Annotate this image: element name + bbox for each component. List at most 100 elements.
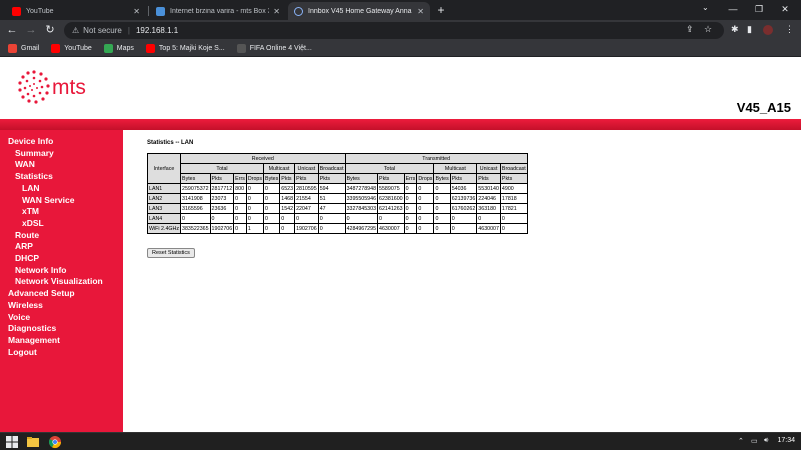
profile-avatar[interactable] xyxy=(763,25,773,35)
interface-name-cell: LAN2 xyxy=(146,193,182,204)
table-row: LAN3 3165596 23636 0 0 0 1542 22047 47 3327845303… xyxy=(146,203,528,214)
stat-cell: 0 xyxy=(263,223,281,234)
browser-toolbar: ← → ↻ ⚠ Not secure | 192.168.1.1 ⇪ ☆ ✱ ▮… xyxy=(0,20,801,41)
sidebar-item-dhcp[interactable]: DHCP xyxy=(15,253,39,263)
stat-cell: 0 xyxy=(245,203,265,214)
browser-tab-bar: YouTube ✕ Internet brzina varira - mts B… xyxy=(0,0,801,20)
stat-cell: 6523 xyxy=(279,183,296,194)
sidebar-item-wan[interactable]: WAN xyxy=(15,159,35,169)
sidebar-item-lan[interactable]: LAN xyxy=(22,183,39,193)
column-header: Pkts xyxy=(279,173,296,184)
share-icon[interactable]: ⇪ xyxy=(686,24,694,35)
stat-cell: 800 xyxy=(233,183,247,194)
stat-cell: 47 xyxy=(317,203,346,214)
volume-icon[interactable]: 🔊︎ xyxy=(764,437,768,445)
youtube-icon xyxy=(51,44,61,53)
chrome-icon[interactable] xyxy=(48,435,62,449)
tray-expand-icon[interactable]: ⌃ xyxy=(738,437,744,445)
bookmarks-bar: Gmail YouTube Maps Top 5: Majki Koje S..… xyxy=(0,41,801,57)
table-row: WiFi 2.4GHz 383522365 1902706 0 1 0 0 1902706 0 4… xyxy=(146,223,528,234)
sidebar-item-arp[interactable]: ARP xyxy=(15,241,33,251)
stat-cell: 0 xyxy=(449,213,478,224)
sidebar-item-management[interactable]: Management xyxy=(8,335,60,345)
sidebar-item-wireless[interactable]: Wireless xyxy=(8,300,43,310)
windows-start-icon[interactable] xyxy=(5,435,19,449)
tab-mts-forum[interactable]: Internet brzina varira - mts Box 3 ✕ xyxy=(150,2,286,20)
stat-cell: 3487278948 xyxy=(344,183,379,194)
sidebar-item-wan-service[interactable]: WAN Service xyxy=(22,195,74,205)
stat-cell: 0 xyxy=(499,223,528,234)
sidebar-item-network-visualization[interactable]: Network Visualization xyxy=(15,276,103,286)
rx-multicast-header: Multicast xyxy=(263,163,296,174)
sidebar-item-voice[interactable]: Voice xyxy=(8,312,30,322)
menu-kebab-icon[interactable]: ⋮ xyxy=(785,24,794,35)
tab-innbox[interactable]: Innbox V45 Home Gateway Anna ✕ xyxy=(288,2,430,20)
maximize-button[interactable]: ❐ xyxy=(748,2,770,16)
table-row: LAN2 3141908 23073 0 0 0 1468 21554 51 3395505946… xyxy=(146,193,528,204)
column-header: Bytes xyxy=(433,173,451,184)
bookmark-youtube[interactable]: YouTube xyxy=(51,44,92,53)
stat-cell: 1542 xyxy=(279,203,296,214)
stat-cell: 383522365 xyxy=(180,223,211,234)
interface-name-cell: LAN1 xyxy=(146,183,182,194)
address-bar[interactable]: ⚠ Not secure | 192.168.1.1 xyxy=(64,22,724,39)
stat-cell: 4630007 xyxy=(377,223,405,234)
reset-statistics-button[interactable]: Reset Statistics xyxy=(147,248,195,258)
sidebar-item-xdsl[interactable]: xDSL xyxy=(22,218,44,228)
sidebar-item-statistics[interactable]: Statistics xyxy=(15,171,53,181)
close-tab-icon[interactable]: ✕ xyxy=(417,7,424,16)
minimize-button[interactable]: — xyxy=(722,2,744,16)
sub-header-row: Bytes Pkts Errs Drops Bytes Pkts Pkts Pkts Bytes… xyxy=(148,173,528,184)
stat-cell: 0 xyxy=(433,183,451,194)
stat-cell: 1 xyxy=(245,223,265,234)
stat-cell: 4900 xyxy=(499,183,528,194)
stat-cell: 5530140 xyxy=(476,183,501,194)
new-tab-button[interactable]: + xyxy=(434,3,448,17)
router-page: mts V45_A15 Device Info Summary WAN Statist… xyxy=(0,57,801,432)
rx-unicast-header: Unicast xyxy=(294,163,319,174)
sidebar-item-diagnostics[interactable]: Diagnostics xyxy=(8,323,56,333)
stat-cell: 0 xyxy=(263,183,281,194)
stat-cell: 0 xyxy=(499,213,528,224)
sidebar-item-network-info[interactable]: Network Info xyxy=(15,265,66,275)
close-tab-icon[interactable]: ✕ xyxy=(273,7,280,16)
column-header: Bytes xyxy=(180,173,211,184)
maps-icon xyxy=(103,44,113,53)
stat-cell: 0 xyxy=(377,213,405,224)
stat-cell: 0 xyxy=(263,203,281,214)
warning-icon: ⚠ xyxy=(72,26,80,35)
forward-arrow-icon[interactable]: → xyxy=(24,23,38,37)
extensions-icon[interactable]: ✱ xyxy=(731,24,739,35)
stat-cell: 3165596 xyxy=(180,203,211,214)
file-explorer-icon[interactable] xyxy=(26,435,40,449)
sidebar-item-xtm[interactable]: xTM xyxy=(22,206,39,216)
stat-cell: 1902706 xyxy=(209,223,235,234)
bookmark-maps[interactable]: Maps xyxy=(103,44,134,53)
lan-statistics-table: Interface Received Transmitted Total Mul… xyxy=(146,153,528,234)
tab-search-icon[interactable]: ⌄ xyxy=(702,3,709,12)
network-icon[interactable]: ▭ xyxy=(751,437,758,445)
bookmark-star-icon[interactable]: ☆ xyxy=(704,24,712,35)
bookmark-gmail[interactable]: Gmail xyxy=(8,44,39,53)
stat-cell: 3141908 xyxy=(180,193,211,204)
column-header: Pkts xyxy=(317,173,346,184)
column-header: Pkts xyxy=(294,173,319,184)
taskbar-clock[interactable]: 17:34 xyxy=(777,437,795,444)
column-header: Pkts xyxy=(209,173,235,184)
bookmark-label: FIFA Online 4 Việt... xyxy=(249,45,312,52)
side-panel-icon[interactable]: ▮ xyxy=(747,24,752,35)
stat-cell: 2810595 xyxy=(294,183,319,194)
sidebar-item-advanced-setup[interactable]: Advanced Setup xyxy=(8,288,75,298)
sidebar-item-logout[interactable]: Logout xyxy=(8,347,37,357)
sidebar-item-summary[interactable]: Summary xyxy=(15,148,54,158)
tab-youtube[interactable]: YouTube ✕ xyxy=(6,2,146,20)
back-arrow-icon[interactable]: ← xyxy=(5,23,19,37)
sidebar-item-device-info[interactable]: Device Info xyxy=(8,136,53,146)
close-window-button[interactable]: ✕ xyxy=(774,2,796,16)
bookmark-top5[interactable]: Top 5: Majki Koje S... xyxy=(145,44,225,53)
bookmark-fifa[interactable]: FIFA Online 4 Việt... xyxy=(236,44,312,53)
not-secure-label: Not secure xyxy=(83,26,122,35)
reload-icon[interactable]: ↻ xyxy=(43,23,57,37)
close-tab-icon[interactable]: ✕ xyxy=(133,7,140,16)
sidebar-item-route[interactable]: Route xyxy=(15,230,39,240)
